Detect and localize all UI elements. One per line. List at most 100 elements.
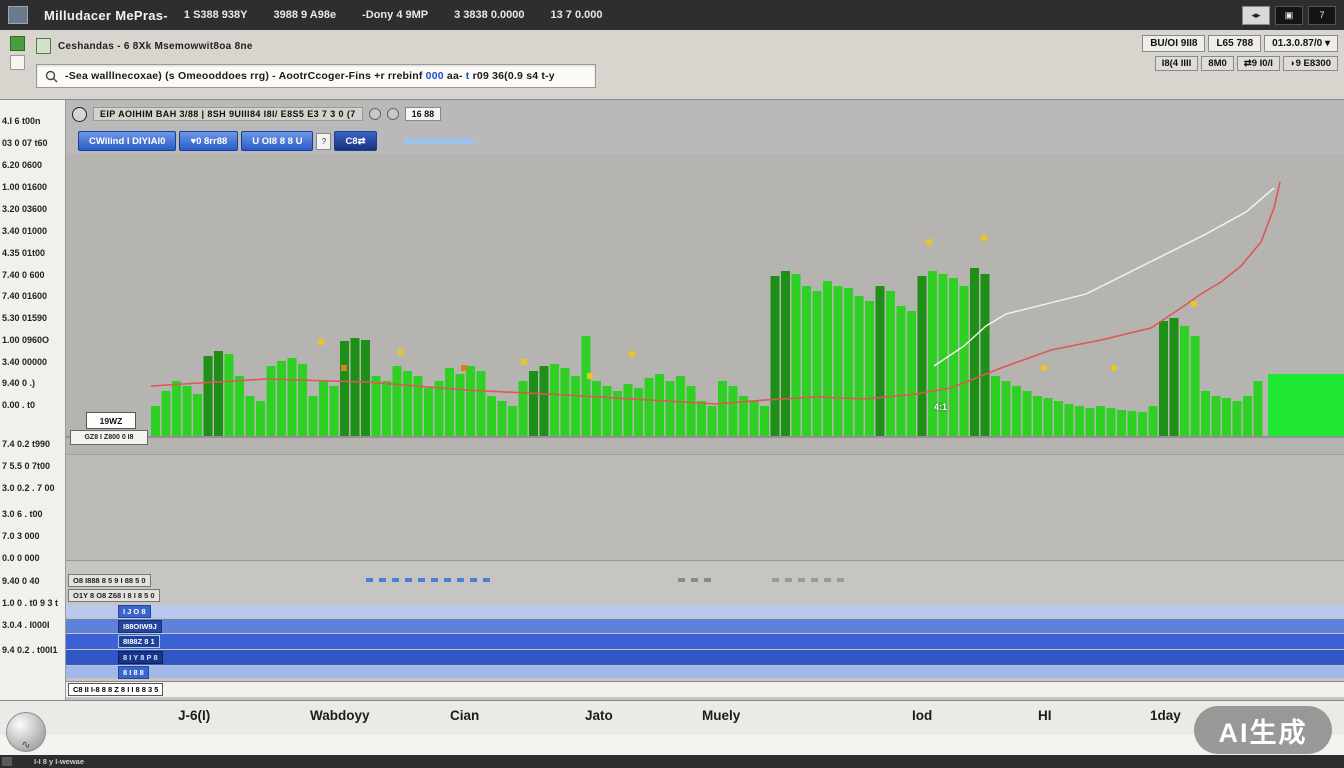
indicator-label: 8 I Y 8 P 8 xyxy=(118,651,163,664)
window-control-button[interactable]: ▣ xyxy=(1275,6,1303,25)
time-axis-label: HI xyxy=(1038,708,1052,723)
addressbar-text-part: 000 xyxy=(426,70,444,82)
chart-annotation: 4:1 xyxy=(934,402,947,412)
price-tag-secondary: GZ8 I Z800 0 I8 xyxy=(70,430,148,445)
chart-tabbar-text[interactable]: EIP AOIHIM BAH 3/88 | 8SH 9UIII84 I8I/ E… xyxy=(93,107,363,121)
indicator-row[interactable]: O1Y 8 O8 Z68 I 8 I 8 5 0 xyxy=(66,589,1344,602)
tick-marks xyxy=(678,578,716,582)
indicator-row[interactable]: 8I88Z 8 1 xyxy=(66,634,1344,649)
app-icon xyxy=(8,6,28,24)
price-axis-label: 1.00 0960O xyxy=(2,335,49,345)
indicator-label: O8 I888 8 5 9 I 88 5 0 xyxy=(68,574,151,587)
time-axis-label: 1day xyxy=(1150,708,1181,723)
tick-marks xyxy=(366,578,491,582)
order-cell[interactable]: L65 788 xyxy=(1208,35,1261,52)
header: Ceshandas - 6 8Xk Msemowwit8oa 8ne -Sea … xyxy=(0,30,1344,100)
order-cell[interactable]: ⇄9 I0/I xyxy=(1237,56,1280,71)
price-axis-label: 3.20 03600 xyxy=(2,204,47,214)
order-row1: BU/OI 9II8L65 78801.3.0.87/0 ▾ xyxy=(1142,35,1338,52)
chart-svg[interactable] xyxy=(66,154,1344,454)
time-axis-label: J-6(I) xyxy=(178,708,210,723)
indicator-row[interactable]: I J O 8 xyxy=(66,605,1344,617)
mini-progress-strip xyxy=(404,138,474,144)
file-icon[interactable] xyxy=(10,55,25,70)
menu-text[interactable]: Ceshandas - 6 8Xk Msemowwit8oa 8ne xyxy=(58,41,253,52)
indicator-row[interactable]: 8 I Y 8 P 8 xyxy=(66,650,1344,665)
price-axis-label: 0.0 0 000 xyxy=(2,553,40,563)
indicator-label: O1Y 8 O8 Z68 I 8 I 8 5 0 xyxy=(68,589,160,602)
indicator-label: I J O 8 xyxy=(118,605,151,618)
price-axis-label: 3.0.4 . I000I xyxy=(2,620,50,630)
order-row2: I8(4 IIII8M0 ⇄9 I0/I◗9 E8300 xyxy=(1155,56,1338,71)
time-axis-label: Cian xyxy=(450,708,479,723)
price-axis-label: 7 5.5 0 7t00 xyxy=(2,461,50,471)
chart-button[interactable]: U OI8 8 8 U xyxy=(241,131,313,151)
addressbar-text-part: -Sea walllnecoxae) (s Omeooddoes rrg) - … xyxy=(65,70,426,82)
order-cell[interactable]: 01.3.0.87/0 ▾ xyxy=(1264,35,1338,52)
order-cell[interactable]: BU/OI 9II8 xyxy=(1142,35,1205,52)
chart-button[interactable]: CWilind I DIYIAI0 xyxy=(78,131,176,151)
chart-column: EIP AOIHIM BAH 3/88 | 8SH 9UIII84 I8I/ E… xyxy=(66,100,1344,700)
order-cell[interactable]: ◗9 E8300 xyxy=(1283,56,1338,71)
chart-toolbar: CWilind I DIYIAI0♥0 8rr88U OI8 8 8 U?C8⇄ xyxy=(66,128,1344,154)
indicator-dot-icon[interactable] xyxy=(387,108,399,120)
wave-glyph: ∿ xyxy=(21,738,30,751)
search-input[interactable]: -Sea walllnecoxae) (s Omeooddoes rrg) - … xyxy=(36,64,596,88)
order-cell[interactable]: 8M0 xyxy=(1201,56,1233,71)
watermark-ai-generated: AI生成 xyxy=(1194,706,1332,754)
window-control-button[interactable]: 7 xyxy=(1308,6,1336,25)
document-icon[interactable] xyxy=(36,38,51,54)
chart-tabbar: EIP AOIHIM BAH 3/88 | 8SH 9UIII84 I8I/ E… xyxy=(66,100,1344,128)
indicator-dot-icon[interactable] xyxy=(369,108,381,120)
order-cell[interactable]: I8(4 IIII xyxy=(1155,56,1199,71)
price-axis-label: 4.I 6 t00n xyxy=(2,116,41,126)
window-control-button[interactable]: ◂▸ xyxy=(1242,6,1270,25)
price-axis-label: 7.4 0.2 t990 xyxy=(2,439,50,449)
chart-tabbar-value: 16 88 xyxy=(405,107,442,121)
indicator-row[interactable]: C8 II I-8 8 8 Z 8 I I 8 8 3 5 xyxy=(66,681,1344,697)
titlebar-stat: 3 3838 0.0000 xyxy=(454,9,524,21)
addressbar-text-part: aa- xyxy=(444,70,466,82)
indicator-panels: O8 I888 8 5 9 I 88 5 0 O1Y 8 O8 Z68 I 8 I… xyxy=(66,560,1344,700)
new-file-icon[interactable] xyxy=(10,36,25,51)
help-button[interactable]: ? xyxy=(316,133,331,150)
price-axis-label: 0.00 . t0 xyxy=(2,400,35,410)
indicator-label: 8 I 8 8 xyxy=(118,666,149,679)
time-axis-label: Jato xyxy=(585,708,613,723)
tick-marks xyxy=(772,578,844,582)
titlebar-stats: 1 S388 938Y3988 9 A98e-Dony 4 9MP3 3838 … xyxy=(184,9,603,21)
system-ball-icon[interactable]: ∿ xyxy=(6,712,46,752)
clock-icon[interactable] xyxy=(72,107,87,122)
time-axis-label: Muely xyxy=(702,708,740,723)
app-window: Milludacer MePras- 1 S388 938Y3988 9 A98… xyxy=(0,0,1344,768)
indicator-row[interactable]: 8 I 8 8 xyxy=(66,666,1344,678)
price-axis-label: 7.40 0 600 xyxy=(2,270,45,280)
price-axis-label: 7.0 3 000 xyxy=(2,531,40,541)
indicator-label: 8I88Z 8 1 xyxy=(118,635,160,648)
titlebar-stat: 3988 9 A98e xyxy=(274,9,337,21)
price-axis-label: 9.4 0.2 . t00I1 xyxy=(2,645,58,655)
order-panel: BU/OI 9II8L65 78801.3.0.87/0 ▾ I8(4 IIII… xyxy=(1142,35,1338,71)
chart-button[interactable]: ♥0 8rr88 xyxy=(179,131,238,151)
price-axis-label: 9.40 0 .) xyxy=(2,378,35,388)
chart-button[interactable]: C8⇄ xyxy=(334,131,376,151)
titlebar-stat: -Dony 4 9MP xyxy=(362,9,428,21)
window-controls: ◂▸ ▣ 7 xyxy=(1242,6,1336,25)
price-axis: 4.I 6 t00n03 0 07 t606.20 06001.00 01600… xyxy=(0,100,66,700)
gutter-icons xyxy=(10,36,25,70)
indicator-row[interactable]: O8 I888 8 5 9 I 88 5 0 xyxy=(66,573,1344,587)
addressbar-text-part: r09 36(0.9 s4 t-y xyxy=(470,70,555,82)
price-axis-label: 1.00 01600 xyxy=(2,182,47,192)
indicator-row[interactable]: I88OIW9J xyxy=(66,619,1344,633)
titlebar-stat: 13 7 0.000 xyxy=(550,9,602,21)
statusbar: I-I 8 y I-wewae xyxy=(0,755,1344,768)
time-axis: J-6(I)WabdoyyCianJatoMuelyIodHI1day xyxy=(0,700,1344,735)
price-axis-label: 5.30 01590 xyxy=(2,313,47,323)
price-axis-label: 3.0 6 . t00 xyxy=(2,509,43,519)
search-icon xyxy=(45,70,58,83)
chart-canvas[interactable]: 19WZ GZ8 I Z800 0 I8 4:1 xyxy=(66,154,1344,454)
time-axis-label: Wabdoyy xyxy=(310,708,370,723)
window-title: Milludacer MePras- xyxy=(44,8,168,23)
price-tag: 19WZ xyxy=(86,412,136,429)
price-axis-label: 3.40 01000 xyxy=(2,226,47,236)
